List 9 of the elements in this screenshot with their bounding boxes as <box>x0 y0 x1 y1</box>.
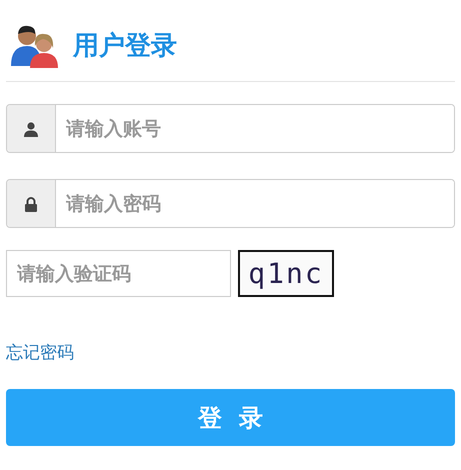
page-title: 用户登录 <box>73 30 177 62</box>
lock-icon <box>23 196 39 212</box>
input-field[interactable]: 请输入账号 <box>6 104 455 153</box>
captcha-field[interactable]: 请输入验证码 <box>6 250 231 297</box>
forgot-password-link[interactable]: 忘记密码 <box>6 341 74 364</box>
user-icon <box>23 120 39 136</box>
captcha-image[interactable]: q1nc <box>238 250 334 297</box>
login-button[interactable]: 登 录 <box>6 389 455 446</box>
input-field[interactable]: 请输入密码 <box>6 179 455 228</box>
